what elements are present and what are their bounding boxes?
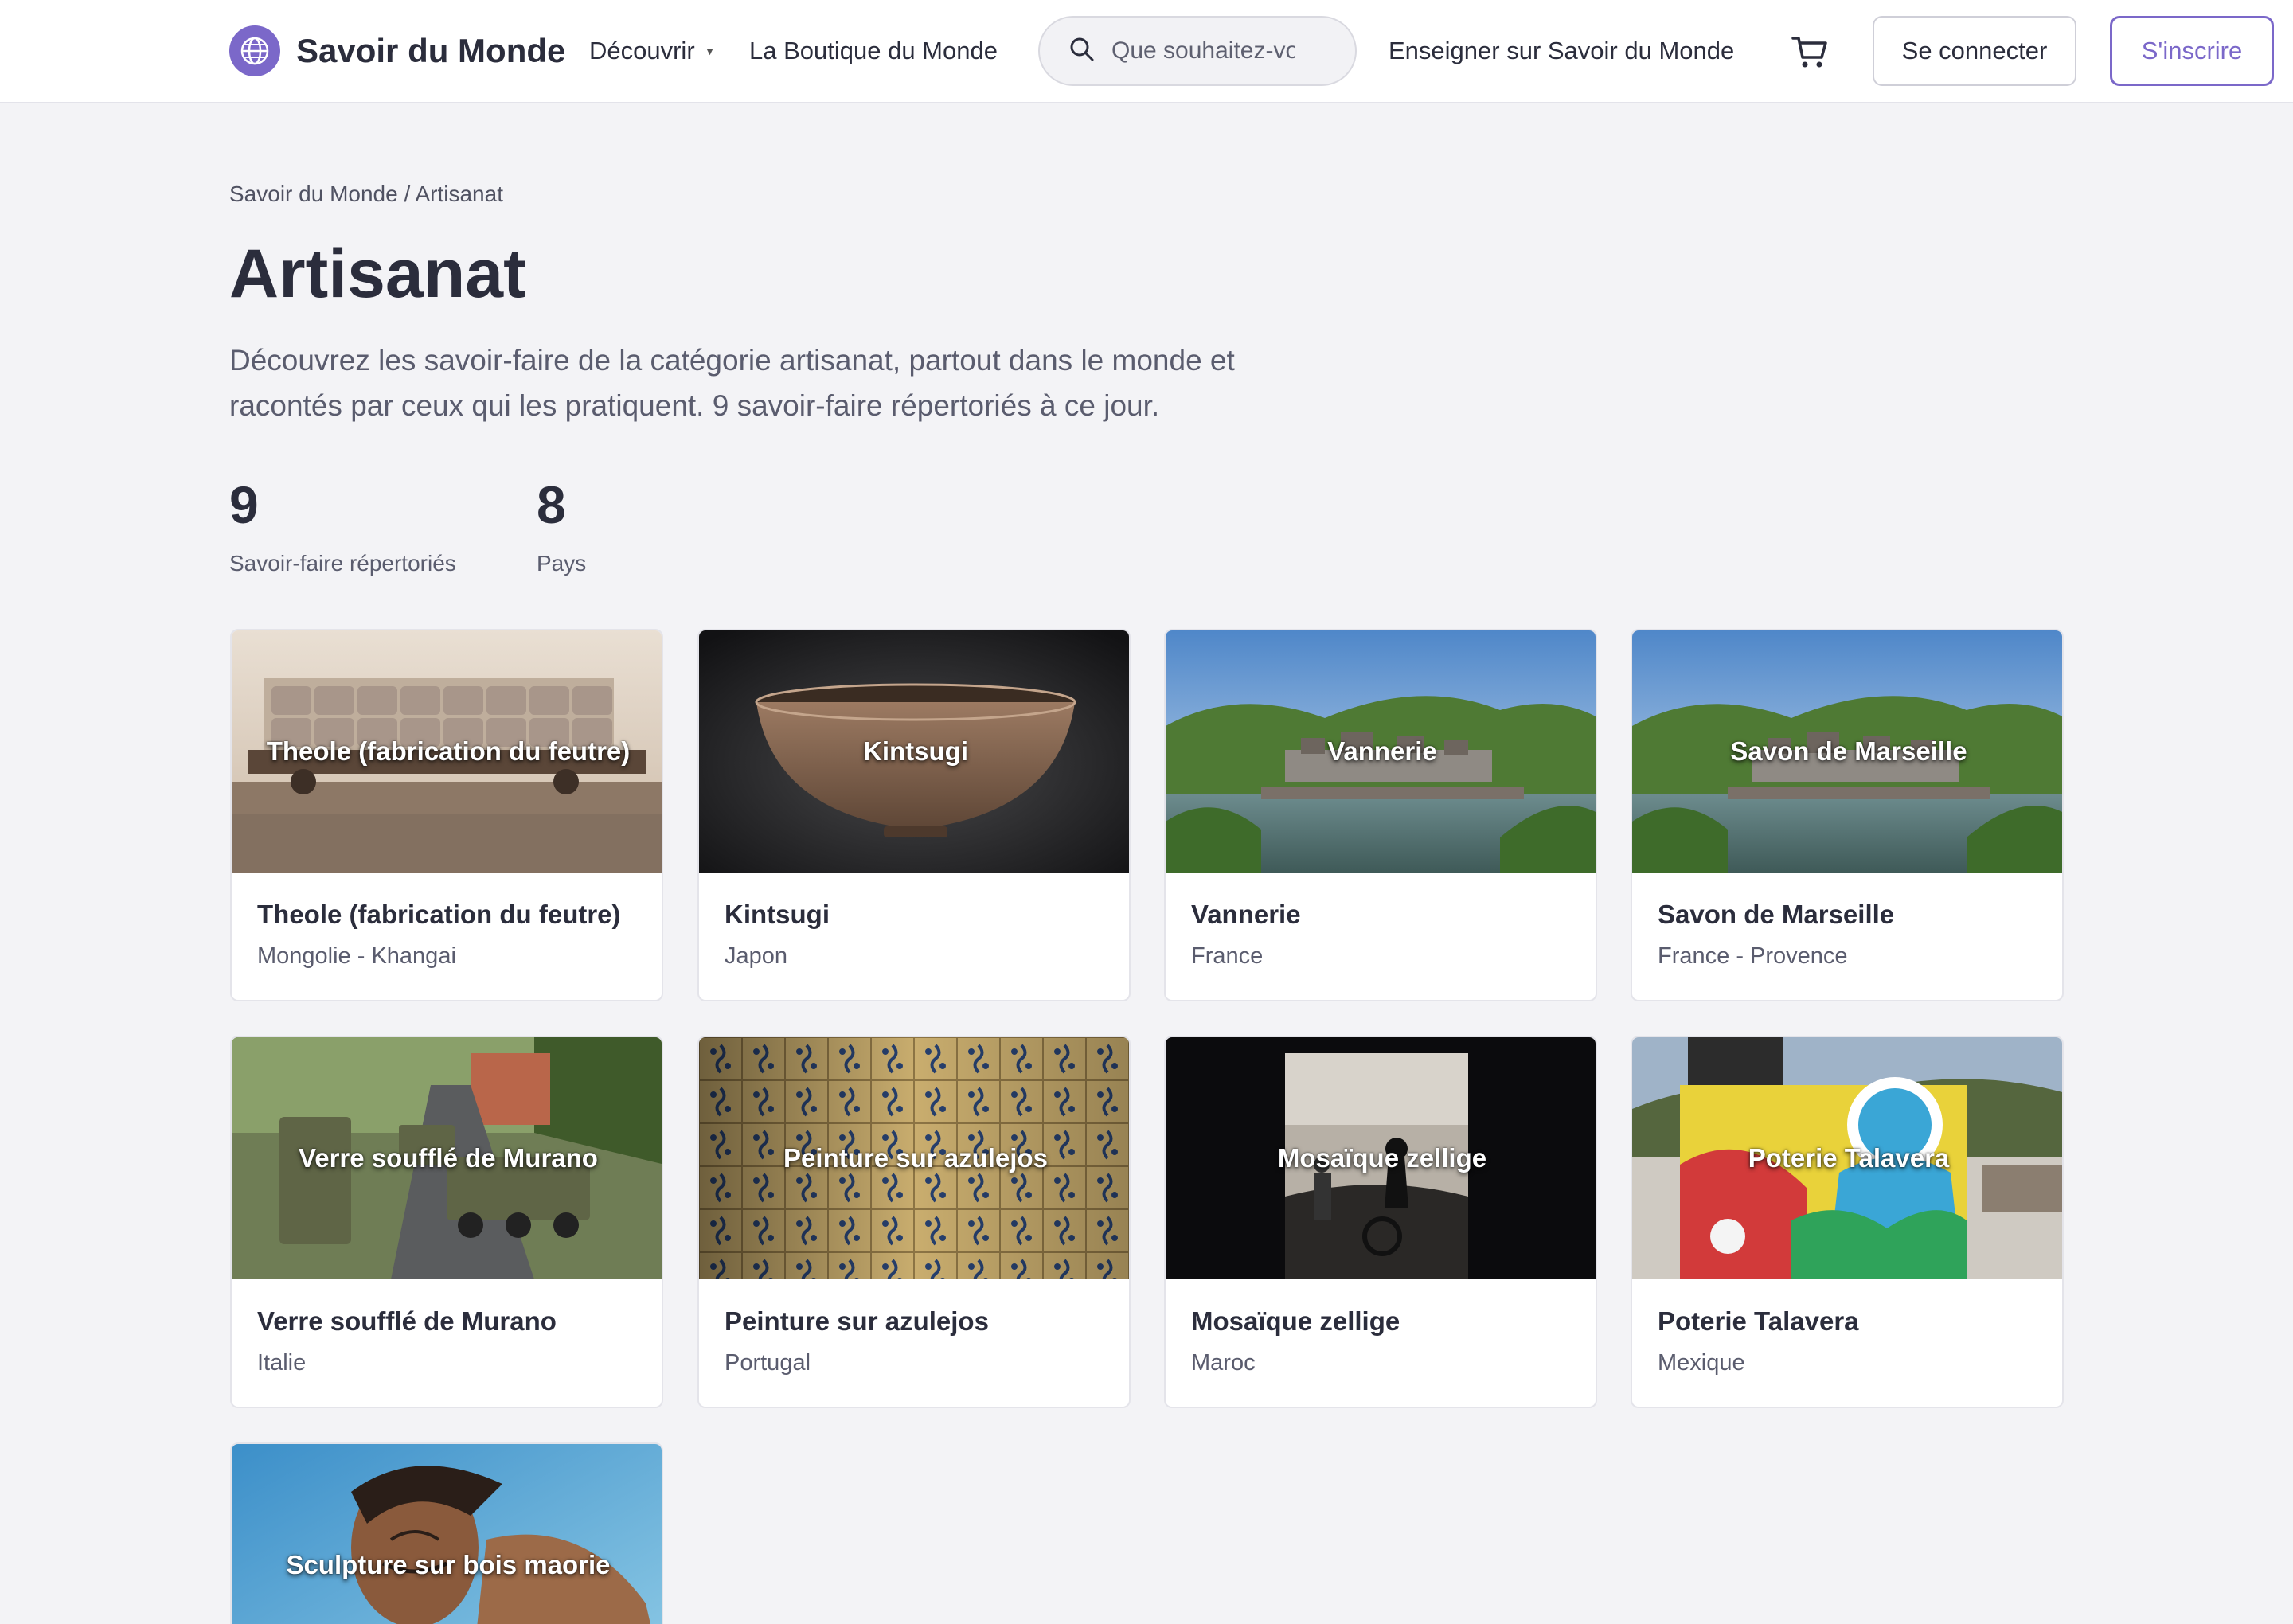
card-location: Mexique — [1658, 1350, 1745, 1376]
breadcrumb[interactable]: Savoir du Monde / Artisanat — [229, 180, 503, 209]
nav-shop-link[interactable]: La Boutique du Monde — [749, 35, 998, 67]
category-description: Découvrez les savoir-faire de la catégor… — [229, 344, 1235, 422]
top-navbar: Savoir du Monde Découvrir ▼ La Boutique … — [0, 0, 2293, 103]
skill-card-azulejos[interactable]: Peinture sur azulejos Peinture sur azule… — [697, 1036, 1131, 1408]
card-overlay-title: Verre soufflé de Murano — [299, 1143, 598, 1173]
card-overlay-title: Peinture sur azulejos — [783, 1143, 1048, 1173]
card-overlay-title: Poterie Talavera — [1748, 1143, 1950, 1173]
stat-skills: 9 Savoir-faire répertoriés — [229, 471, 456, 578]
stat-skills-label: Savoir-faire répertoriés — [229, 551, 456, 576]
signup-button[interactable]: S'inscrire — [2110, 16, 2274, 86]
skill-card-theole[interactable]: Theole (fabrication du feutre) Theole (f… — [230, 629, 663, 1001]
nav-discover-menu[interactable]: Découvrir ▼ — [589, 35, 716, 67]
card-title[interactable]: Verre soufflé de Murano — [257, 1305, 557, 1338]
card-overlay-title: Theole (fabrication du feutre) — [266, 736, 631, 766]
skill-card-murano[interactable]: Verre soufflé de Murano Verre soufflé de… — [230, 1036, 663, 1408]
skill-card-maori-carving[interactable]: Sculpture sur bois maorie — [230, 1442, 663, 1624]
card-location: France - Provence — [1658, 943, 1848, 969]
skill-card-savon-marseille[interactable]: Savon de Marseille Savon de Marseille Fr… — [1631, 629, 2064, 1001]
card-location: Portugal — [725, 1350, 811, 1376]
skill-card-vannerie[interactable]: Vannerie Vannerie France — [1164, 629, 1597, 1001]
login-button[interactable]: Se connecter — [1873, 16, 2076, 86]
card-location: Italie — [257, 1350, 307, 1376]
nav-discover-label: Découvrir — [589, 37, 695, 64]
card-location: France — [1191, 943, 1264, 969]
cart-icon[interactable] — [1790, 32, 1830, 72]
card-title[interactable]: Kintsugi — [725, 898, 830, 931]
stat-countries-label: Pays — [537, 551, 587, 576]
nav-teach-link[interactable]: Enseigner sur Savoir du Monde — [1389, 35, 1734, 67]
search-bar[interactable] — [1038, 16, 1357, 86]
globe-icon[interactable] — [229, 25, 280, 76]
search-input[interactable] — [1111, 37, 1295, 64]
card-overlay-title: Savon de Marseille — [1730, 736, 1967, 766]
skill-card-talavera[interactable]: Poterie Talavera Poterie Talavera Mexiqu… — [1631, 1036, 2064, 1408]
card-title[interactable]: Vannerie — [1191, 898, 1301, 931]
skill-card-zellige[interactable]: Mosaïque zellige Mosaïque zellige Maroc — [1164, 1036, 1597, 1408]
card-overlay-title: Sculpture sur bois maorie — [286, 1550, 611, 1579]
card-title[interactable]: Savon de Marseille — [1658, 898, 1894, 931]
card-title[interactable]: Mosaïque zellige — [1191, 1305, 1400, 1338]
skill-card-kintsugi[interactable]: Kintsugi Kintsugi Japon — [697, 629, 1131, 1001]
brand-name[interactable]: Savoir du Monde — [296, 30, 565, 72]
stat-skills-value: 9 — [229, 475, 259, 534]
chevron-down-icon: ▼ — [704, 45, 716, 57]
stat-countries: 8 Pays — [537, 471, 586, 578]
page-title: Artisanat — [229, 236, 526, 312]
search-icon — [1068, 36, 1096, 67]
card-overlay-title: Vannerie — [1327, 736, 1437, 766]
card-overlay-title: Kintsugi — [863, 736, 968, 766]
stat-countries-value: 8 — [537, 475, 566, 534]
card-title[interactable]: Peinture sur azulejos — [725, 1305, 989, 1338]
card-title[interactable]: Poterie Talavera — [1658, 1305, 1859, 1338]
card-location: Maroc — [1191, 1350, 1256, 1376]
card-title[interactable]: Theole (fabrication du feutre) — [257, 898, 621, 931]
card-location: Mongolie - Khangai — [257, 943, 456, 969]
card-overlay-title: Mosaïque zellige — [1277, 1143, 1487, 1173]
card-location: Japon — [725, 943, 788, 969]
